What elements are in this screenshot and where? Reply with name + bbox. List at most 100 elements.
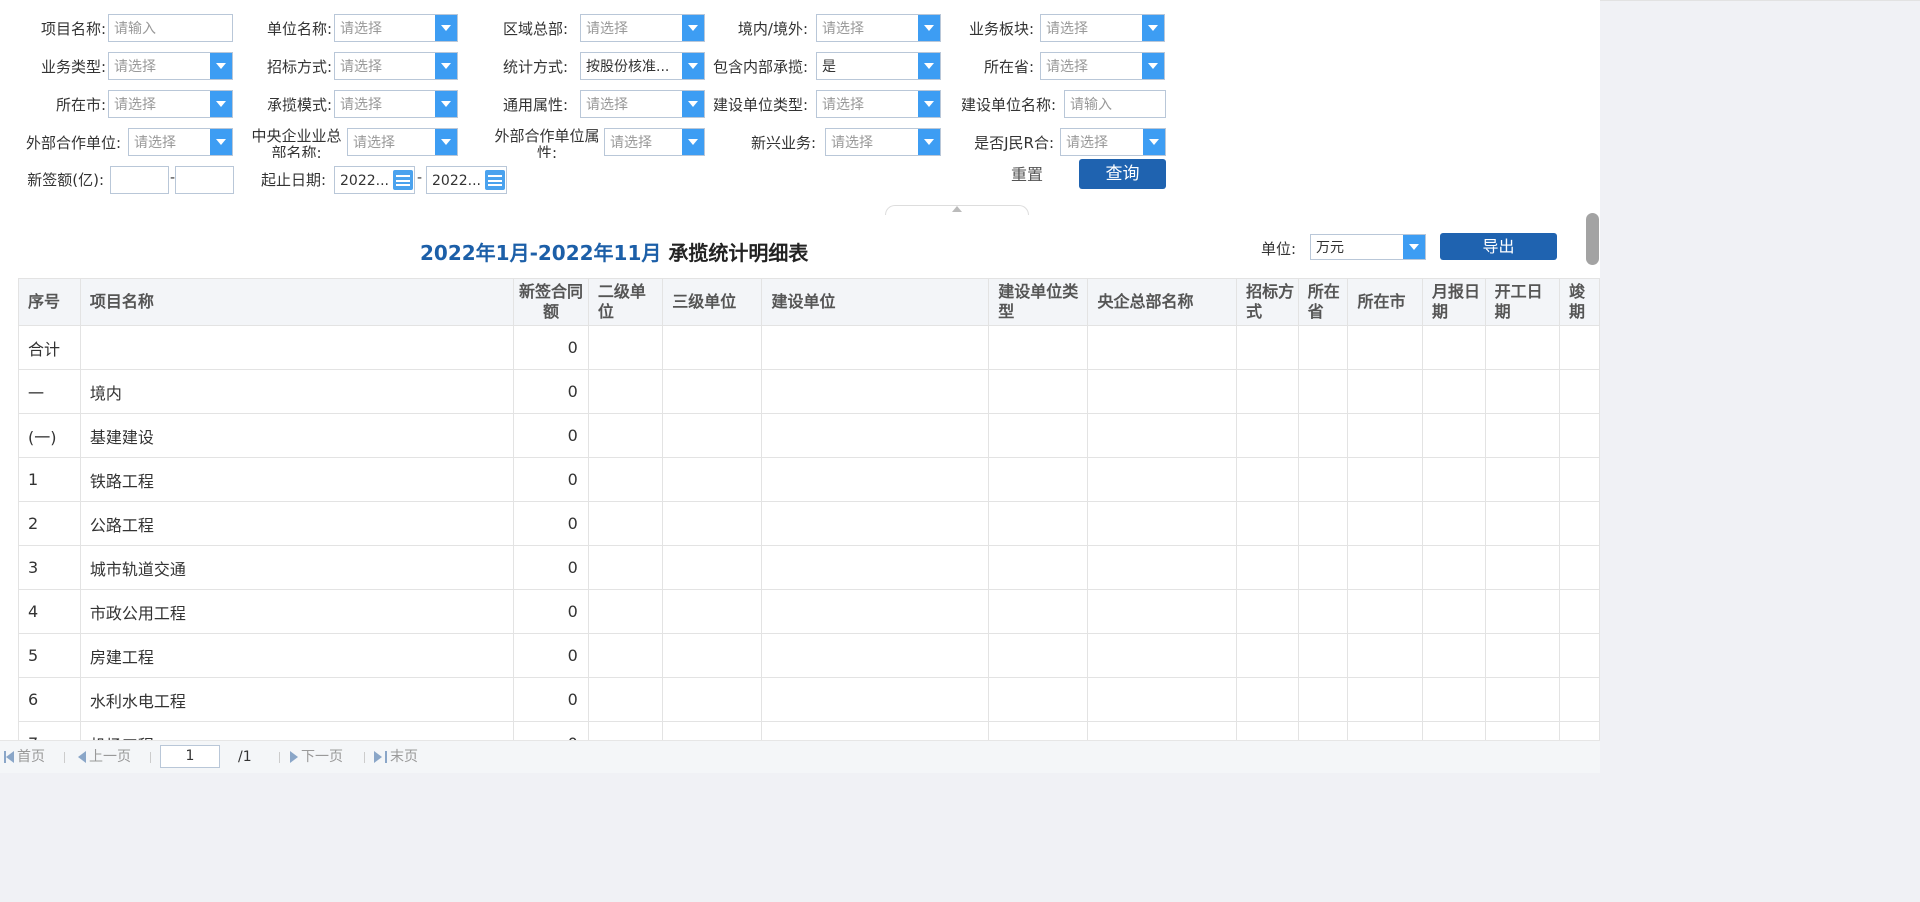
region-hq-label: 区域总部:	[502, 20, 568, 38]
contract-mode-select[interactable]: 请选择	[334, 90, 458, 118]
table-row[interactable]: 4 市政公用工程 0	[18, 589, 1600, 634]
col-header-start-date: 开工日期	[1484, 278, 1561, 326]
cell-empty	[1297, 633, 1349, 678]
central-hq-select[interactable]: 请选择	[347, 128, 458, 156]
chevron-down-icon[interactable]	[682, 53, 704, 79]
emerging-business-select[interactable]: 请选择	[825, 128, 941, 156]
statistic-method-select[interactable]: 按股份核准...	[580, 52, 705, 80]
cell-empty	[1559, 589, 1600, 634]
external-partner-select[interactable]: 请选择	[128, 128, 233, 156]
export-button[interactable]: 导出	[1440, 233, 1557, 260]
region-hq-select[interactable]: 请选择	[580, 14, 705, 42]
unit-name-select[interactable]: 请选择	[334, 14, 458, 42]
cell-empty	[761, 545, 990, 590]
cell-empty	[1347, 369, 1423, 414]
chevron-down-icon[interactable]	[1142, 15, 1164, 41]
cell-empty	[1236, 545, 1299, 590]
unit-label: 单位:	[1261, 240, 1297, 258]
table-header-row: 序号 项目名称 新签合同额 二级单位 三级单位 建设单位 建设单位类型 央企总部…	[18, 278, 1600, 326]
collapse-filters-toggle[interactable]	[885, 205, 1029, 215]
cell-no: 3	[18, 545, 81, 590]
cell-empty	[587, 589, 664, 634]
chevron-down-icon[interactable]	[918, 15, 940, 41]
table-row[interactable]: 7机场工程0	[18, 721, 1600, 740]
cell-new-contract-amount: 0	[513, 325, 589, 370]
jv-select[interactable]: 请选择	[1060, 128, 1166, 156]
end-date-input[interactable]: 2022...	[426, 166, 507, 194]
cell-empty	[587, 325, 664, 370]
cell-empty	[1236, 413, 1299, 458]
table-row[interactable]: 6 水利水电工程 0	[18, 677, 1600, 722]
cell-new-contract-amount: 0	[513, 721, 589, 740]
start-date-input[interactable]: 2022...	[334, 166, 415, 194]
include-internal-select[interactable]: 是	[816, 52, 941, 80]
cell-empty	[662, 545, 763, 590]
table-row[interactable]: 5 房建工程 0	[18, 633, 1600, 678]
col-header-bidding-method: 招标方式	[1236, 278, 1299, 326]
statistic-method-label: 统计方式:	[502, 58, 568, 76]
chevron-down-icon[interactable]	[682, 15, 704, 41]
table-row[interactable]: 合计 0	[18, 325, 1600, 370]
city-label: 所在市:	[55, 96, 106, 114]
chevron-down-icon[interactable]	[1403, 235, 1425, 259]
cell-new-contract-amount: 0	[513, 501, 589, 546]
detail-table: 序号 项目名称 新签合同额 二级单位 三级单位 建设单位 建设单位类型 央企总部…	[18, 278, 1600, 740]
next-page-button[interactable]: 下一页	[290, 748, 343, 766]
table-row[interactable]: (一) 基建建设 0	[18, 413, 1600, 458]
cell-empty	[1421, 677, 1486, 722]
bidding-method-select[interactable]: 请选择	[334, 52, 458, 80]
cell-empty	[1484, 369, 1561, 414]
city-select[interactable]: 请选择	[108, 90, 233, 118]
chevron-down-icon[interactable]	[210, 53, 232, 79]
external-partner-attr-select[interactable]: 请选择	[604, 128, 705, 156]
reset-button[interactable]: 重置	[1000, 163, 1054, 187]
chevron-down-icon[interactable]	[918, 129, 940, 155]
builder-name-input[interactable]: 请输入	[1064, 90, 1166, 118]
new-amount-min-input[interactable]	[110, 166, 169, 194]
page-number-input[interactable]: 1	[160, 745, 220, 768]
unit-name-label: 单位名称:	[266, 20, 332, 38]
cell-new-contract-amount: 0	[513, 413, 589, 458]
calendar-icon[interactable]	[485, 170, 505, 190]
new-amount-max-input[interactable]	[175, 166, 234, 194]
calendar-icon[interactable]	[393, 170, 413, 190]
general-attr-select[interactable]: 请选择	[580, 90, 705, 118]
chevron-down-icon[interactable]	[210, 129, 232, 155]
business-segment-select[interactable]: 请选择	[1040, 14, 1165, 42]
chevron-down-icon[interactable]	[435, 91, 457, 117]
project-name-input[interactable]: 请输入	[108, 14, 233, 42]
chevron-down-icon[interactable]	[435, 15, 457, 41]
chevron-down-icon[interactable]	[1143, 129, 1165, 155]
cell-empty	[1484, 413, 1561, 458]
table-row[interactable]: 2 公路工程 0	[18, 501, 1600, 546]
chevron-down-icon[interactable]	[682, 129, 704, 155]
province-select[interactable]: 请选择	[1040, 52, 1165, 80]
unit-select[interactable]: 万元	[1310, 234, 1426, 260]
total-pages: /1	[238, 749, 252, 765]
date-range-separator: -	[417, 170, 423, 186]
last-page-button[interactable]: 末页	[374, 748, 418, 766]
chevron-down-icon[interactable]	[435, 53, 457, 79]
chevron-down-icon[interactable]	[435, 129, 457, 155]
chevron-down-icon[interactable]	[1142, 53, 1164, 79]
domestic-overseas-select[interactable]: 请选择	[816, 14, 941, 42]
query-button[interactable]: 查询	[1079, 159, 1166, 189]
table-row[interactable]: 3 城市轨道交通 0	[18, 545, 1600, 590]
cell-empty	[1559, 325, 1600, 370]
first-page-button[interactable]: 首页	[4, 748, 45, 766]
chevron-down-icon[interactable]	[918, 91, 940, 117]
vertical-scrollbar-thumb[interactable]	[1586, 213, 1599, 265]
table-row[interactable]: 1 铁路工程 0	[18, 457, 1600, 502]
chevron-down-icon[interactable]	[682, 91, 704, 117]
chevron-down-icon[interactable]	[918, 53, 940, 79]
cell-empty	[1087, 545, 1238, 590]
business-type-select[interactable]: 请选择	[108, 52, 233, 80]
report-period: 2022年1月-2022年11月	[420, 241, 662, 265]
jv-label: 是否J民R合:	[974, 134, 1054, 152]
table-row[interactable]: 一境内 0	[18, 369, 1600, 414]
cell-empty	[1236, 589, 1299, 634]
prev-page-button[interactable]: 上一页	[78, 748, 131, 766]
chevron-down-icon[interactable]	[210, 91, 232, 117]
cell-new-contract-amount: 0	[513, 457, 589, 502]
builder-type-select[interactable]: 请选择	[816, 90, 941, 118]
